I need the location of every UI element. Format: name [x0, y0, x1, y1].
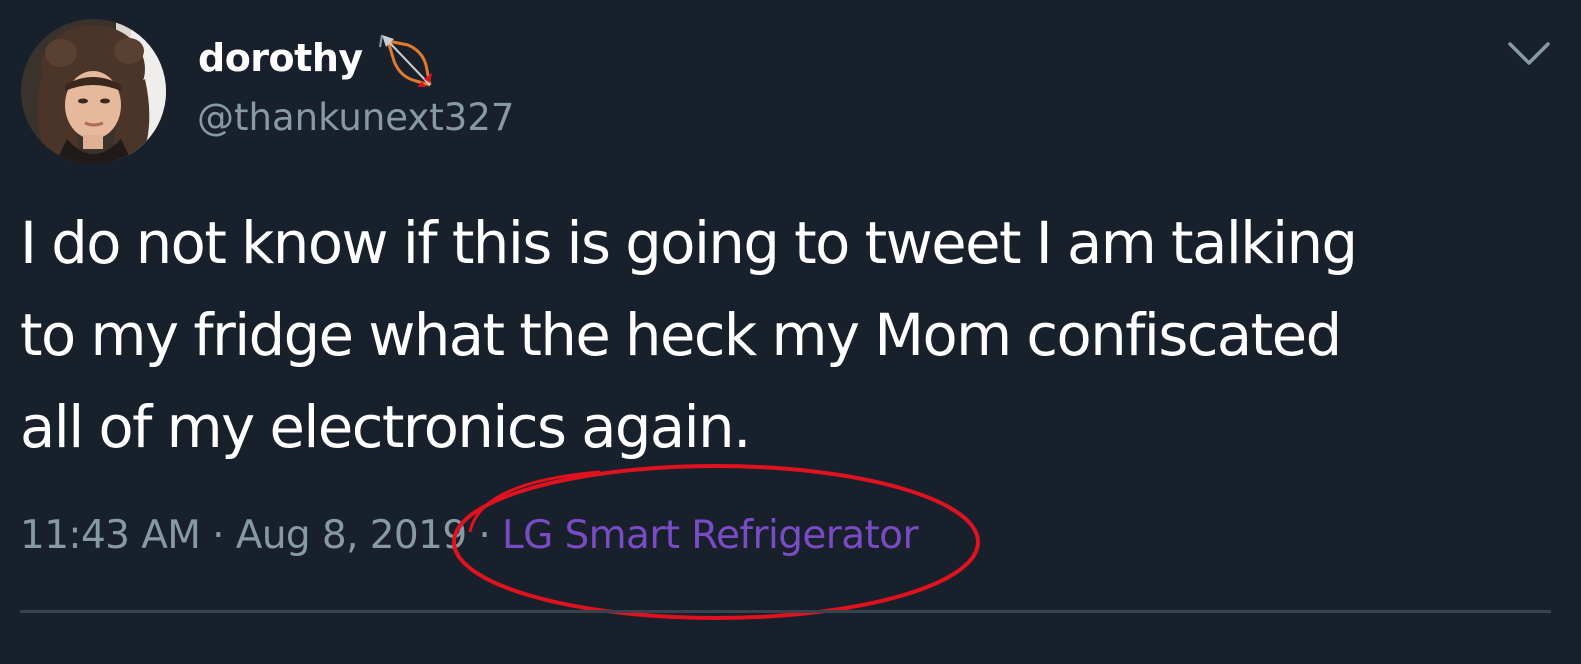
tweet-time[interactable]: 11:43 AM: [20, 513, 201, 558]
tweet-text-line: all of my electronics again.: [20, 394, 751, 461]
meta-separator: ·: [200, 513, 236, 558]
avatar-photo: [21, 19, 166, 164]
tweet-text-line: I do not know if this is going to tweet …: [20, 210, 1358, 277]
tweet-date[interactable]: Aug 8, 2019: [236, 513, 467, 558]
red-ellipse-annotation: [452, 464, 980, 620]
divider: [20, 610, 1551, 613]
chevron-down-icon[interactable]: [1506, 38, 1552, 70]
tweet-text-line: to my fridge what the heck my Mom confis…: [20, 302, 1342, 369]
bow-and-arrow-icon: [379, 34, 432, 87]
display-name[interactable]: dorothy: [198, 36, 363, 82]
avatar[interactable]: [21, 19, 166, 164]
tweet-text: I do not know if this is going to tweet …: [20, 198, 1565, 474]
user-handle[interactable]: @thankunext327: [197, 96, 514, 140]
